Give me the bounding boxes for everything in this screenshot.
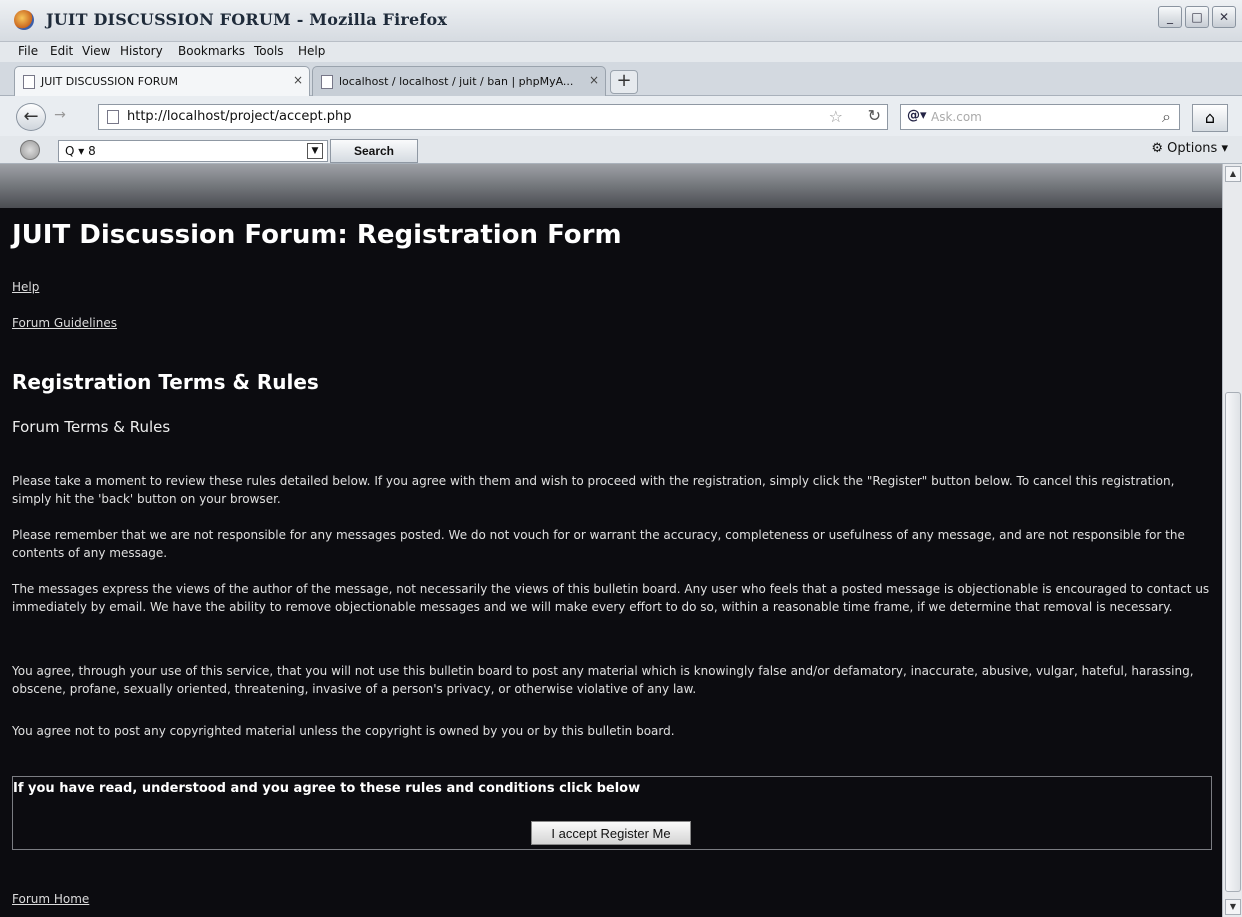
reload-icon[interactable]: ↻ <box>868 106 881 125</box>
tab-phpmyadmin[interactable]: localhost / localhost / juit / ban | php… <box>312 66 606 96</box>
menu-bookmarks[interactable]: Bookmarks <box>178 44 245 58</box>
scroll-up-arrow-icon[interactable]: ▲ <box>1225 166 1241 182</box>
new-tab-button[interactable]: + <box>610 70 638 94</box>
agree-instruction: If you have read, understood and you agr… <box>13 781 641 796</box>
close-tab-icon[interactable]: × <box>293 73 303 87</box>
menu-tools[interactable]: Tools <box>254 44 284 58</box>
menu-file[interactable]: File <box>18 44 38 58</box>
terms-paragraph-5: You agree not to post any copyrighted ma… <box>12 724 675 738</box>
accept-register-button[interactable]: I accept Register Me <box>531 821 691 845</box>
minimize-button[interactable]: _ <box>1158 6 1182 28</box>
help-link[interactable]: Help <box>12 280 39 294</box>
page-icon <box>23 75 35 89</box>
forum-home-link[interactable]: Forum Home <box>12 892 89 906</box>
page-viewport: JUIT Discussion Forum: Registration Form… <box>0 164 1222 917</box>
home-button[interactable]: ⌂ <box>1192 104 1228 132</box>
chevron-down-icon[interactable]: ▼ <box>307 143 323 159</box>
tab-label: localhost / localhost / juit / ban | php… <box>339 75 574 88</box>
menu-edit[interactable]: Edit <box>50 44 73 58</box>
vertical-scrollbar[interactable]: ▲ ▼ <box>1222 164 1242 917</box>
toolbar-search-input[interactable]: Q ▾ 8 ▼ <box>58 140 328 162</box>
agree-box: If you have read, understood and you agr… <box>12 776 1212 850</box>
terms-paragraph-1: Please take a moment to review these rul… <box>12 474 1175 506</box>
options-button[interactable]: ⚙ Options ▾ <box>1151 141 1228 156</box>
window-title: JUIT DISCUSSION FORUM - Mozilla Firefox <box>46 10 448 29</box>
gear-icon: ⚙ <box>1151 141 1164 156</box>
tab-juit-forum[interactable]: JUIT DISCUSSION FORUM × <box>14 66 310 96</box>
terms-paragraph-3: The messages express the views of the au… <box>12 582 1210 614</box>
search-icon[interactable]: ⌕ <box>1162 107 1171 127</box>
scroll-thumb[interactable] <box>1225 392 1241 892</box>
tab-label: JUIT DISCUSSION FORUM <box>41 75 178 88</box>
ask-logo-icon: @▾ <box>907 108 927 123</box>
terms-paragraph-2: Please remember that we are not responsi… <box>12 528 1185 560</box>
search-input[interactable]: @▾ Ask.com ⌕ <box>900 104 1180 130</box>
search-toolbar: Q ▾ 8 ▼ Search ⚙ Options ▾ <box>0 136 1242 164</box>
header-banner <box>0 164 1222 208</box>
options-label: Options <box>1167 141 1218 156</box>
search-placeholder: Ask.com <box>931 110 982 124</box>
section-title: Registration Terms & Rules <box>12 370 319 394</box>
maximize-button[interactable]: □ <box>1185 6 1209 28</box>
menu-help[interactable]: Help <box>298 44 325 58</box>
menu-view[interactable]: View <box>82 44 110 58</box>
subsection-title: Forum Terms & Rules <box>12 418 171 436</box>
close-window-button[interactable]: ✕ <box>1212 6 1236 28</box>
navigation-bar: ← → http://localhost/project/accept.php … <box>0 96 1242 136</box>
toolbar-search-button[interactable]: Search <box>330 139 418 163</box>
globe-icon[interactable] <box>20 140 40 160</box>
firefox-logo-icon <box>14 10 34 30</box>
menu-bar: File Edit View History Bookmarks Tools H… <box>0 42 1242 62</box>
url-text: http://localhost/project/accept.php <box>127 109 352 124</box>
close-tab-icon[interactable]: × <box>589 73 599 87</box>
bookmark-star-icon[interactable]: ☆ <box>829 107 843 126</box>
page-icon <box>107 110 119 124</box>
page-title: JUIT Discussion Forum: Registration Form <box>12 220 622 250</box>
phpmyadmin-icon <box>321 75 333 89</box>
forward-button[interactable]: → <box>48 107 72 127</box>
tab-bar: JUIT DISCUSSION FORUM × localhost / loca… <box>0 62 1242 96</box>
window-titlebar: JUIT DISCUSSION FORUM - Mozilla Firefox … <box>0 0 1242 42</box>
back-button[interactable]: ← <box>16 103 46 131</box>
forum-guidelines-link[interactable]: Forum Guidelines <box>12 316 117 330</box>
window-controls: _ □ ✕ <box>1158 6 1236 28</box>
scroll-down-arrow-icon[interactable]: ▼ <box>1225 899 1241 915</box>
url-bar[interactable]: http://localhost/project/accept.php ☆ ↻ <box>98 104 888 130</box>
menu-history[interactable]: History <box>120 44 163 58</box>
terms-paragraph-4: You agree, through your use of this serv… <box>12 664 1194 696</box>
chevron-down-icon: ▾ <box>1221 141 1228 156</box>
toolbar-query-text: Q ▾ 8 <box>65 144 96 158</box>
